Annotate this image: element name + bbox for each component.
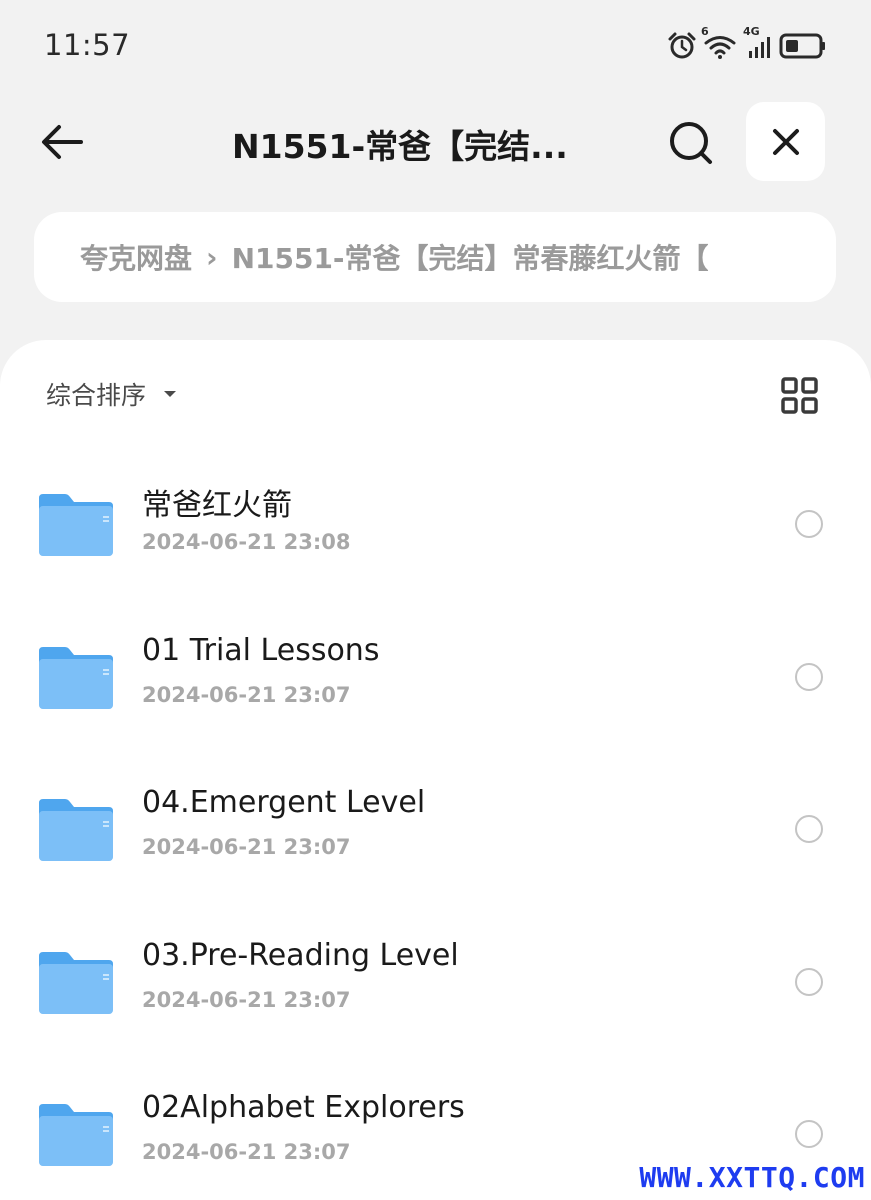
- breadcrumb-item-current[interactable]: N1551-常爸【完结】常春藤红火箭【: [232, 237, 709, 277]
- status-bar: 11:57 6 4G: [0, 0, 871, 92]
- file-row[interactable]: 03.Pre-Reading Level 2024-06-21 23:07: [0, 898, 871, 1051]
- file-date: 2024-06-21 23:08: [142, 530, 351, 554]
- file-list-card: 综合排序 常爸红火箭 2024-06-21 23:08 01 Trial Les…: [0, 340, 871, 1200]
- file-date: 2024-06-21 23:07: [142, 682, 351, 707]
- select-radio[interactable]: [795, 967, 823, 996]
- file-row[interactable]: 01 Trial Lessons 2024-06-21 23:07: [0, 593, 871, 746]
- select-radio[interactable]: [795, 815, 823, 843]
- status-icons: 6 4G: [667, 25, 827, 62]
- app-screen: 11:57 6 4G N1551-常爸【完结... 夸克网盘 › N1551-常…: [0, 0, 871, 1200]
- file-date: 2024-06-21 23:07: [142, 987, 351, 1012]
- folder-icon: [39, 799, 113, 861]
- file-row[interactable]: 常爸红火箭 2024-06-21 23:08: [0, 440, 871, 593]
- sort-label: 综合排序: [46, 381, 147, 410]
- select-radio[interactable]: [795, 662, 823, 691]
- battery-icon: [779, 32, 827, 60]
- file-list: 常爸红火箭 2024-06-21 23:08 01 Trial Lessons …: [0, 440, 871, 1200]
- cellular-4g-icon: 4G: [743, 25, 773, 61]
- select-radio[interactable]: [795, 510, 823, 538]
- file-date: 2024-06-21 23:07: [142, 1140, 351, 1164]
- folder-icon: [39, 494, 113, 556]
- watermark: WWW.XXTTQ.COM: [639, 1161, 865, 1194]
- back-button[interactable]: [34, 114, 90, 170]
- top-bar: N1551-常爸【完结...: [0, 100, 871, 182]
- search-button[interactable]: [662, 114, 720, 172]
- file-date: 2024-06-21 23:07: [142, 835, 351, 859]
- file-row[interactable]: 04.Emergent Level 2024-06-21 23:07: [0, 745, 871, 898]
- close-icon: [772, 128, 799, 155]
- file-name: 04.Emergent Level: [142, 785, 426, 820]
- breadcrumb-item-root[interactable]: 夸克网盘: [80, 237, 192, 277]
- search-icon: [670, 122, 712, 164]
- page-title: N1551-常爸【完结...: [232, 127, 568, 166]
- file-name: 常爸红火箭: [142, 488, 292, 523]
- file-name: 03.Pre-Reading Level: [142, 937, 459, 973]
- select-radio[interactable]: [795, 1120, 823, 1148]
- wifi-icon: 6: [701, 25, 737, 61]
- file-name: 02Alphabet Explorers: [142, 1090, 465, 1125]
- wifi-badge: 6: [701, 25, 709, 38]
- file-name: 01 Trial Lessons: [142, 632, 380, 668]
- breadcrumb-separator: ›: [206, 240, 218, 274]
- sort-dropdown[interactable]: 综合排序: [46, 376, 178, 412]
- folder-icon: [39, 646, 113, 709]
- alarm-icon: [667, 31, 697, 61]
- close-button[interactable]: [746, 102, 825, 181]
- network-type-label: 4G: [743, 25, 760, 38]
- caret-down-icon: [164, 391, 177, 397]
- status-time: 11:57: [44, 28, 131, 62]
- breadcrumb: 夸克网盘 › N1551-常爸【完结】常春藤红火箭【: [34, 212, 836, 302]
- grid-view-icon[interactable]: [780, 376, 820, 416]
- folder-icon: [39, 1104, 113, 1166]
- back-arrow-icon: [42, 125, 83, 159]
- folder-icon: [39, 951, 113, 1014]
